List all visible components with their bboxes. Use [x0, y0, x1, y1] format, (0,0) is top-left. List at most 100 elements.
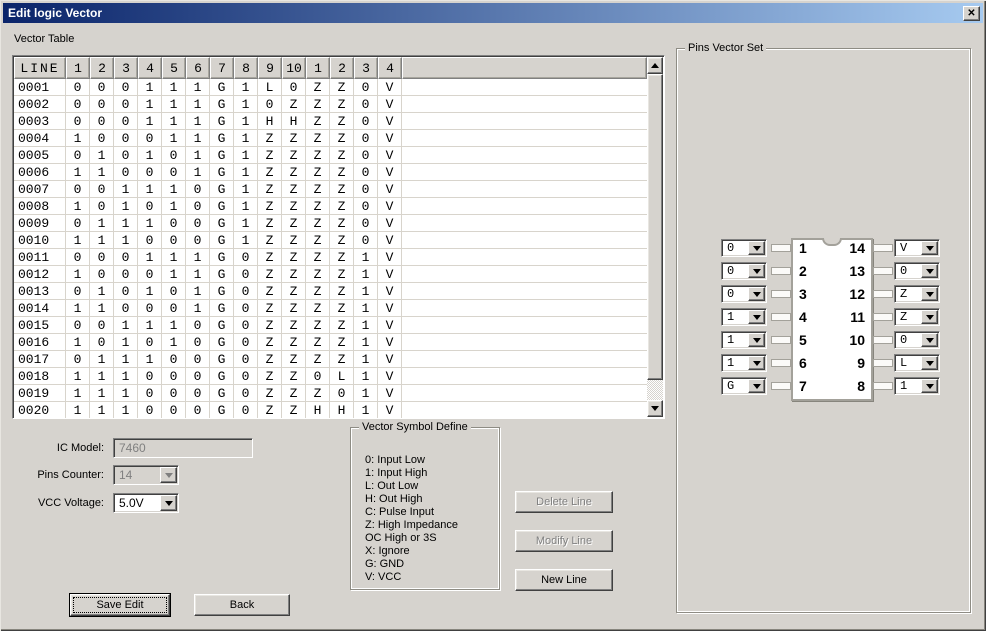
pin-3-combo[interactable]: 0 [721, 285, 767, 303]
vector-cell[interactable]: 0 [90, 198, 114, 215]
column-header[interactable]: 2 [90, 57, 114, 79]
vector-cell[interactable]: 1 [66, 385, 90, 402]
vector-cell[interactable]: 0 [90, 79, 114, 96]
vector-cell[interactable]: 0 [162, 368, 186, 385]
vector-cell[interactable]: Z [330, 266, 354, 283]
vector-cell[interactable]: 1 [162, 317, 186, 334]
vector-cell[interactable]: 0 [138, 334, 162, 351]
vcc-voltage-select[interactable]: 5.0V [113, 493, 179, 513]
vector-cell[interactable]: 0 [162, 351, 186, 368]
pin-combo-dropdown-button[interactable] [921, 333, 938, 347]
vector-cell[interactable]: Z [258, 181, 282, 198]
scrollbar-thumb[interactable] [647, 74, 663, 380]
vector-cell[interactable]: 0 [114, 96, 138, 113]
vector-cell[interactable]: Z [306, 385, 330, 402]
vector-cell[interactable]: 1 [354, 334, 378, 351]
vector-cell[interactable]: Z [306, 130, 330, 147]
vector-cell[interactable]: Z [282, 147, 306, 164]
vector-cell[interactable]: 0 [354, 181, 378, 198]
vector-cell[interactable]: G [210, 79, 234, 96]
vector-cell[interactable]: 0 [186, 215, 210, 232]
vector-cell[interactable]: 0 [186, 334, 210, 351]
vector-cell[interactable]: 0 [354, 79, 378, 96]
vector-cell[interactable]: L [330, 368, 354, 385]
vector-cell[interactable]: 1 [354, 368, 378, 385]
vector-cell[interactable]: 1 [138, 96, 162, 113]
vector-cell[interactable]: V [378, 113, 402, 130]
vector-cell[interactable]: 1 [138, 283, 162, 300]
vector-cell[interactable]: 1 [186, 249, 210, 266]
vector-cell[interactable]: Z [330, 147, 354, 164]
vector-cell[interactable]: Z [258, 385, 282, 402]
table-row[interactable]: 0015 0 0 1 1 1 0 G 0 Z Z Z Z 1 V [14, 317, 647, 334]
vector-cell[interactable]: 1 [114, 385, 138, 402]
vector-cell[interactable]: Z [258, 147, 282, 164]
table-row[interactable]: 0018 1 1 1 0 0 0 G 0 Z Z 0 L 1 V [14, 368, 647, 385]
vector-cell[interactable]: G [210, 351, 234, 368]
vector-cell[interactable]: 1 [90, 402, 114, 418]
pin-combo-dropdown-button[interactable] [748, 356, 765, 370]
vector-cell[interactable]: 1 [66, 164, 90, 181]
table-row[interactable]: 0012 1 0 0 0 1 1 G 0 Z Z Z Z 1 V [14, 266, 647, 283]
vector-cell[interactable]: 0 [186, 351, 210, 368]
vector-cell[interactable]: 0 [114, 164, 138, 181]
vector-cell[interactable]: Z [330, 215, 354, 232]
vector-cell[interactable]: 0 [162, 215, 186, 232]
vector-cell[interactable]: Z [258, 368, 282, 385]
table-row[interactable]: 0017 0 1 1 1 0 0 G 0 Z Z Z Z 1 V [14, 351, 647, 368]
pin-1-combo[interactable]: 0 [721, 239, 767, 257]
vector-cell[interactable]: H [282, 113, 306, 130]
vector-cell[interactable]: 0 [66, 79, 90, 96]
vector-cell[interactable]: 1 [162, 198, 186, 215]
vector-cell[interactable]: Z [282, 164, 306, 181]
vector-cell[interactable]: G [210, 249, 234, 266]
vector-cell[interactable]: G [210, 300, 234, 317]
scroll-down-button[interactable] [647, 400, 663, 417]
vector-cell[interactable]: V [378, 198, 402, 215]
vector-cell[interactable]: 1 [114, 351, 138, 368]
vector-cell[interactable]: Z [306, 198, 330, 215]
vector-cell[interactable]: 1 [162, 266, 186, 283]
vector-cell[interactable]: 1 [138, 113, 162, 130]
vector-cell[interactable]: V [378, 266, 402, 283]
column-header[interactable]: 10 [282, 57, 306, 79]
vector-cell[interactable]: 0 [186, 317, 210, 334]
vector-cell[interactable]: Z [282, 317, 306, 334]
vector-cell[interactable]: 1 [162, 113, 186, 130]
vector-cell[interactable]: 1 [354, 266, 378, 283]
vector-cell[interactable]: Z [282, 351, 306, 368]
vector-cell[interactable]: 1 [234, 113, 258, 130]
vector-cell[interactable]: G [210, 266, 234, 283]
vector-cell[interactable]: Z [282, 266, 306, 283]
vector-cell[interactable]: 0 [138, 130, 162, 147]
vector-cell[interactable]: Z [306, 96, 330, 113]
column-header[interactable]: 8 [234, 57, 258, 79]
vector-cell[interactable]: 1 [186, 266, 210, 283]
vector-cell[interactable]: 1 [234, 215, 258, 232]
vector-cell[interactable]: 0 [162, 300, 186, 317]
vector-cell[interactable]: 0 [90, 181, 114, 198]
vector-cell[interactable]: Z [258, 232, 282, 249]
vector-cell[interactable]: 1 [354, 317, 378, 334]
vector-cell[interactable]: Z [258, 300, 282, 317]
vector-cell[interactable]: Z [306, 317, 330, 334]
vector-cell[interactable]: V [378, 283, 402, 300]
vector-cell[interactable]: 0 [90, 130, 114, 147]
vcc-voltage-dropdown-button[interactable] [160, 495, 177, 511]
vector-cell[interactable]: V [378, 385, 402, 402]
table-row[interactable]: 0016 1 0 1 0 1 0 G 0 Z Z Z Z 1 V [14, 334, 647, 351]
close-button[interactable]: ✕ [963, 5, 980, 21]
pin-combo-dropdown-button[interactable] [748, 264, 765, 278]
pin-14-combo[interactable]: V [894, 239, 940, 257]
vector-cell[interactable]: Z [282, 181, 306, 198]
vector-cell[interactable]: 1 [234, 79, 258, 96]
vector-cell[interactable]: Z [330, 79, 354, 96]
vector-cell[interactable]: Z [282, 198, 306, 215]
vector-cell[interactable]: 1 [354, 351, 378, 368]
vector-cell[interactable]: 1 [234, 181, 258, 198]
vector-cell[interactable]: 0 [66, 113, 90, 130]
pin-combo-dropdown-button[interactable] [921, 287, 938, 301]
table-row[interactable]: 0004 1 0 0 0 1 1 G 1 Z Z Z Z 0 V [14, 130, 647, 147]
vector-cell[interactable]: Z [306, 113, 330, 130]
vector-cell[interactable]: 0 [162, 147, 186, 164]
